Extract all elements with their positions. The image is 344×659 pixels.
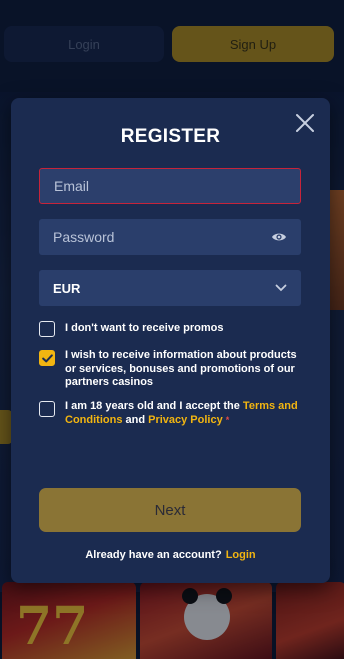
receive-info-label: I wish to receive information about prod… (65, 349, 297, 388)
register-modal: REGISTER EUR I don't want to receive pro… (11, 98, 330, 583)
no-promos-label: I don't want to receive promos (65, 322, 224, 334)
currency-select[interactable]: EUR (39, 270, 301, 306)
age-terms-prefix: I am 18 years old and I accept the (65, 400, 243, 412)
eye-icon[interactable] (271, 231, 287, 243)
password-field[interactable] (39, 219, 301, 255)
chevron-down-icon (275, 284, 287, 292)
no-promos-checkbox[interactable] (39, 321, 55, 337)
required-mark: * (225, 414, 230, 425)
age-terms-row: I am 18 years old and I accept the Terms… (39, 400, 301, 427)
email-input[interactable] (54, 178, 254, 194)
password-input[interactable] (53, 229, 253, 245)
age-terms-label: I am 18 years old and I accept the Terms… (65, 400, 301, 427)
receive-info-row: I wish to receive information about prod… (39, 349, 301, 390)
receive-info-checkbox[interactable] (39, 350, 55, 366)
next-button[interactable]: Next (39, 488, 301, 532)
age-terms-checkbox[interactable] (39, 401, 55, 417)
login-prompt-text: Already have an account? (85, 549, 222, 561)
login-prompt: Already have an account? Login (11, 549, 330, 561)
currency-value: EUR (53, 280, 81, 296)
no-promos-row: I don't want to receive promos (39, 320, 301, 337)
login-link[interactable]: Login (226, 549, 256, 561)
age-terms-and: and (122, 413, 149, 426)
modal-title: REGISTER (120, 126, 221, 147)
email-field[interactable] (39, 168, 301, 204)
check-icon (41, 353, 53, 362)
privacy-policy-link[interactable]: Privacy Policy (148, 414, 223, 426)
